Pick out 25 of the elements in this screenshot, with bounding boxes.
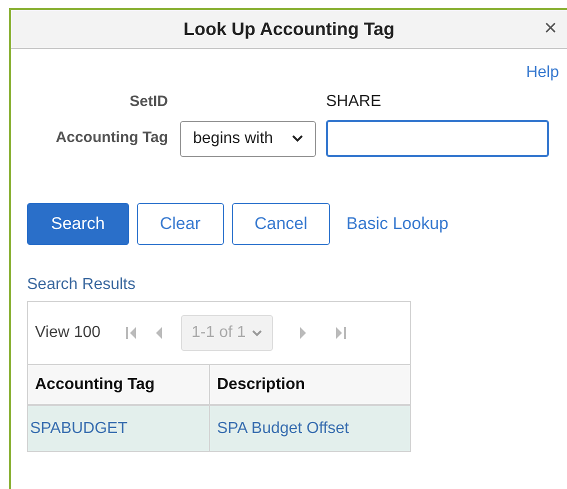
result-row[interactable]: SPABUDGET SPA Budget Offset	[28, 406, 410, 451]
field-label: Accounting Tag	[54, 128, 168, 148]
chevron-down-icon	[252, 330, 262, 336]
setid-value: SHARE	[326, 92, 382, 112]
search-field[interactable]	[326, 120, 549, 157]
last-page-icon[interactable]	[334, 326, 347, 340]
column-header: Description	[216, 374, 306, 394]
view-all-link[interactable]: View 100	[35, 321, 101, 345]
first-page-icon[interactable]	[124, 326, 137, 340]
column-header: Accounting Tag	[28, 365, 210, 404]
action-button[interactable]: Cancel	[232, 203, 330, 245]
table-cell-link[interactable]: SPA Budget Offset	[210, 406, 410, 451]
dialog-title: Look Up Accounting Tag	[184, 18, 394, 41]
action-button[interactable]: Clear	[136, 203, 224, 245]
setid-label: SetID	[128, 92, 168, 112]
table-cell-link[interactable]: SPABUDGET	[28, 406, 210, 451]
operator-dropdown[interactable]: begins with	[180, 120, 316, 156]
chevron-down-icon	[292, 134, 303, 142]
previous-icon[interactable]	[154, 326, 163, 340]
close-button[interactable]: ×	[544, 16, 557, 40]
results-heading: Search Results	[27, 275, 136, 295]
action-button[interactable]: Search	[27, 203, 129, 245]
lookup-link[interactable]: Basic Lookup	[346, 211, 448, 237]
help-link[interactable]: Help	[526, 61, 559, 85]
next-icon[interactable]	[298, 326, 307, 340]
